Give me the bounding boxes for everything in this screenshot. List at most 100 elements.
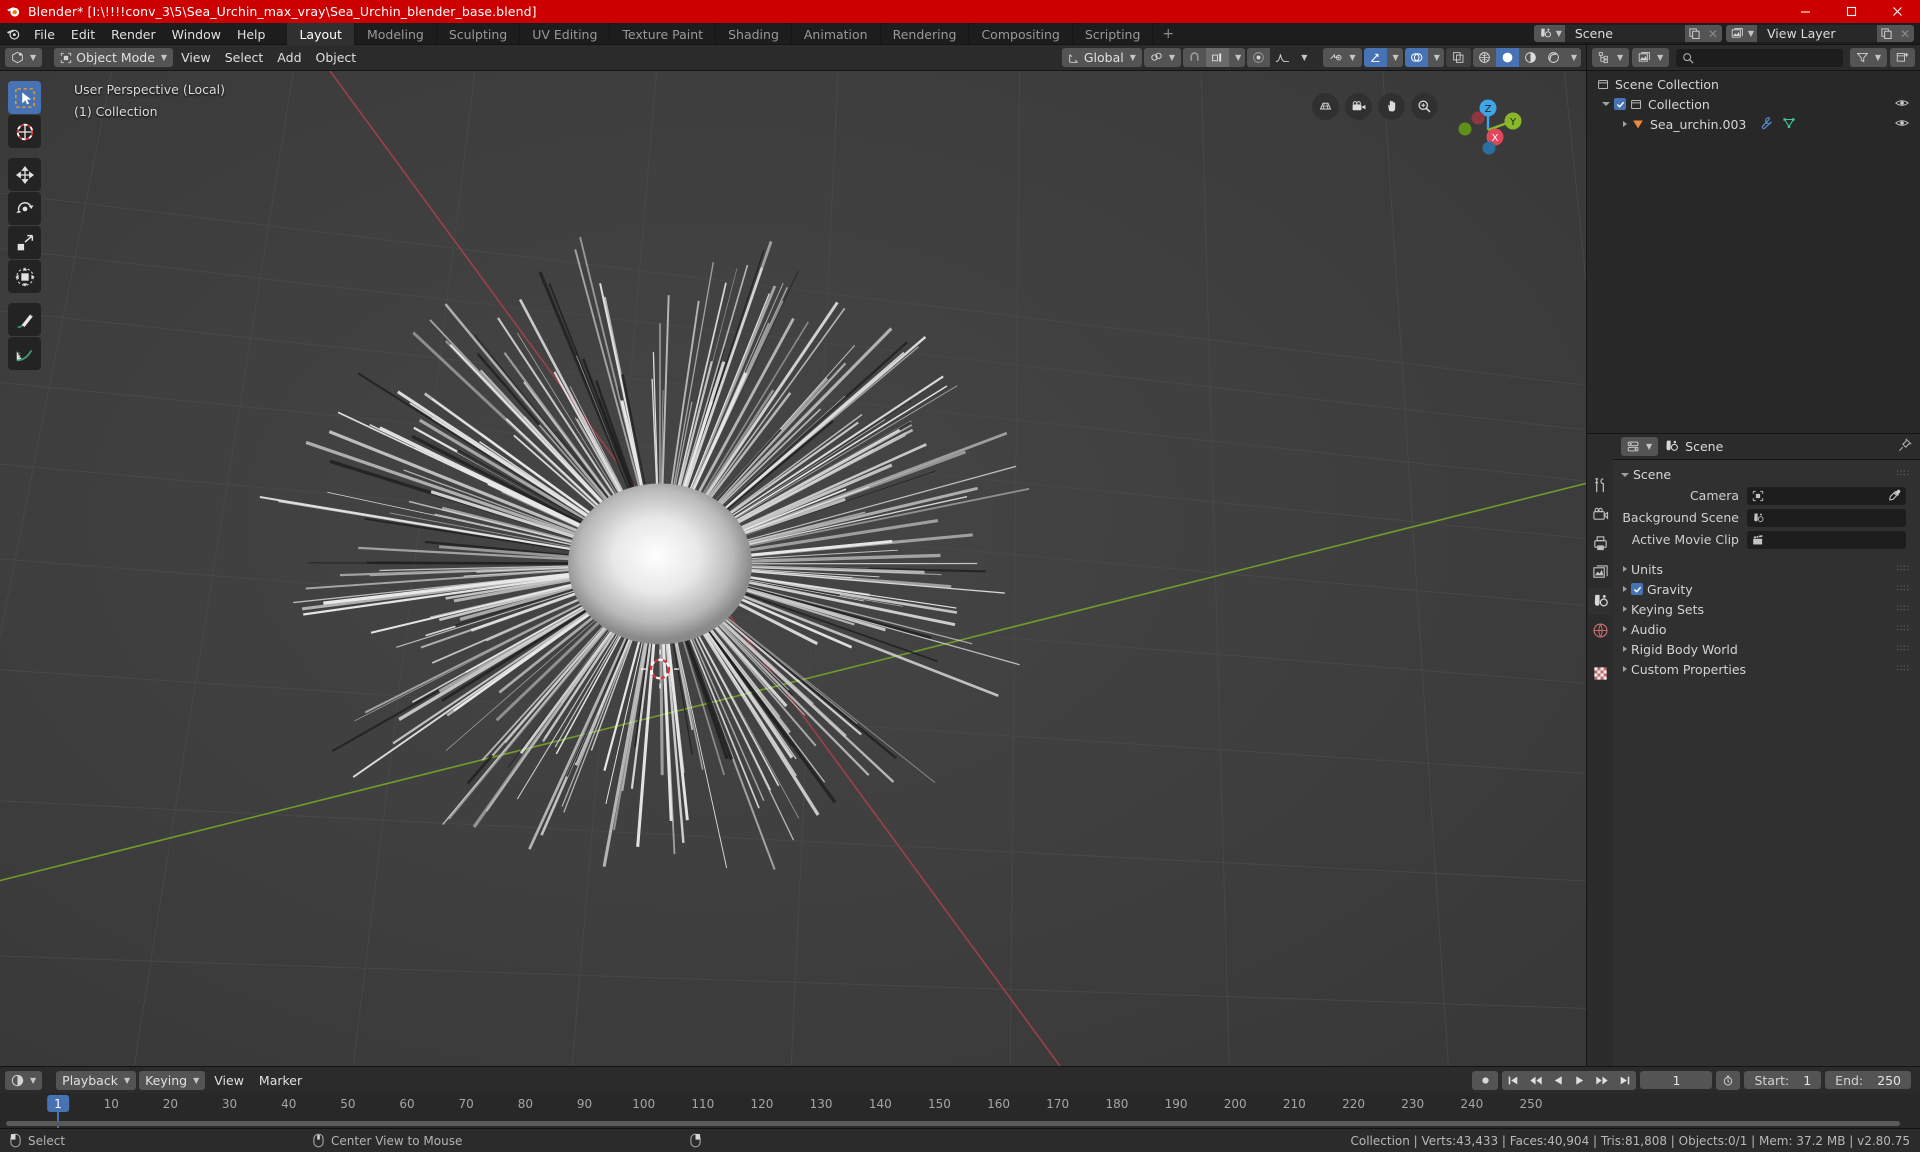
move-tool[interactable]	[8, 158, 41, 191]
disclosure-triangle-icon[interactable]	[1623, 626, 1627, 632]
playhead-indicator[interactable]: 1	[47, 1095, 69, 1112]
orthographic-toggle-icon[interactable]	[1312, 93, 1339, 120]
properties-tab-world[interactable]	[1588, 617, 1612, 644]
object-mode-dropdown[interactable]: Object Mode ▼	[54, 48, 174, 67]
play-icon[interactable]	[1569, 1070, 1591, 1090]
eyedropper-icon[interactable]	[1888, 488, 1902, 506]
collection-checkbox[interactable]	[1614, 98, 1626, 110]
frame-range-start[interactable]: Start: 1	[1744, 1071, 1822, 1089]
minimize-button[interactable]	[1782, 0, 1828, 23]
play-reverse-icon[interactable]	[1548, 1070, 1570, 1090]
shading-solid-icon[interactable]	[1495, 48, 1519, 67]
timeline-menu-playback[interactable]: Playback ▼	[56, 1070, 137, 1090]
background-scene-field[interactable]	[1747, 508, 1906, 527]
camera-view-icon[interactable]	[1345, 93, 1372, 120]
workspace-tab-uv-editing[interactable]: UV Editing	[520, 23, 611, 45]
pan-view-icon[interactable]	[1378, 93, 1405, 120]
measure-tool[interactable]	[8, 337, 41, 370]
view-layer-name[interactable]: View Layer	[1757, 25, 1877, 42]
scene-selector[interactable]: ▼ Scene ✕	[1533, 25, 1722, 42]
visibility-eye-icon[interactable]	[1894, 97, 1910, 112]
section-keying-sets[interactable]: Keying Sets ∷∷	[1613, 599, 1920, 619]
smooth-falloff-icon[interactable]	[1270, 48, 1296, 67]
timeline-menu-view[interactable]: View	[208, 1071, 250, 1090]
shading-rendered-icon[interactable]	[1541, 48, 1565, 67]
jump-to-start-icon[interactable]	[1502, 1070, 1525, 1090]
section-units[interactable]: Units ∷∷	[1613, 559, 1920, 579]
section-rigid-body-world[interactable]: Rigid Body World ∷∷	[1613, 639, 1920, 659]
rotate-tool[interactable]	[8, 192, 41, 225]
editor-type-properties-icon[interactable]: ▼	[1621, 437, 1659, 456]
previous-keyframe-icon[interactable]	[1524, 1070, 1549, 1090]
new-collection-icon[interactable]	[1890, 48, 1915, 67]
auto-keying-icon[interactable]	[1472, 1070, 1499, 1090]
cursor-tool[interactable]	[8, 115, 41, 148]
unlink-scene-button[interactable]: ✕	[1703, 25, 1722, 42]
workspace-tab-modeling[interactable]: Modeling	[355, 23, 437, 45]
viewport-menu-add[interactable]: Add	[271, 48, 307, 67]
menu-file[interactable]: File	[26, 23, 63, 45]
scene-name[interactable]: Scene	[1564, 25, 1685, 42]
frame-range-end[interactable]: End: 250	[1825, 1071, 1911, 1089]
search-input[interactable]	[1676, 48, 1843, 67]
view-layer-selector[interactable]: ▼ View Layer ✕	[1725, 25, 1914, 42]
filter-icon[interactable]: ▼	[1849, 48, 1887, 67]
workspace-tab-texture-paint[interactable]: Texture Paint	[610, 23, 717, 45]
use-preview-range-icon[interactable]	[1716, 1070, 1741, 1090]
jump-to-end-icon[interactable]	[1614, 1070, 1637, 1090]
proportional-edit-icon[interactable]	[1247, 48, 1271, 67]
modifier-wrench-icon[interactable]	[1760, 116, 1774, 133]
timeline-ruler[interactable]: 10 20 30 40 50 60 70 80 90 100 110 120 130 140 150 160 1…	[0, 1093, 1920, 1115]
outliner-display-mode-dropdown[interactable]: ▼	[1632, 48, 1670, 67]
maximize-button[interactable]	[1828, 0, 1874, 23]
viewport-menu-object[interactable]: Object	[310, 48, 363, 67]
camera-field[interactable]	[1747, 486, 1906, 506]
properties-tab-scene[interactable]	[1588, 588, 1612, 615]
shading-wireframe-icon[interactable]	[1472, 48, 1496, 67]
disclosure-triangle-icon[interactable]	[1623, 586, 1627, 592]
menu-help[interactable]: Help	[229, 23, 274, 45]
properties-tab-texture[interactable]	[1588, 660, 1612, 687]
magnet-icon[interactable]	[1183, 48, 1207, 67]
transform-orientation-dropdown[interactable]: Global ▼	[1061, 48, 1142, 67]
add-workspace-button[interactable]: +	[1153, 23, 1183, 44]
menu-window[interactable]: Window	[164, 23, 229, 45]
disclosure-triangle-icon[interactable]	[1623, 646, 1627, 652]
disclosure-triangle-icon[interactable]	[1602, 102, 1610, 106]
snap-target-dropdown[interactable]: ▼	[1143, 48, 1182, 67]
annotate-tool[interactable]	[8, 303, 41, 336]
timeline-menu-marker[interactable]: Marker	[253, 1071, 308, 1090]
new-view-layer-button[interactable]	[1877, 25, 1896, 42]
next-keyframe-icon[interactable]	[1590, 1070, 1615, 1090]
properties-tab-output[interactable]	[1588, 530, 1612, 557]
properties-tab-tool[interactable]	[1588, 472, 1612, 499]
scale-tool[interactable]	[8, 226, 41, 259]
active-movie-clip-field[interactable]	[1747, 530, 1906, 549]
workspace-tab-shading[interactable]: Shading	[716, 23, 792, 45]
blender-app-icon[interactable]	[0, 23, 26, 44]
properties-tab-view-layer[interactable]	[1588, 559, 1612, 586]
remove-view-layer-button[interactable]: ✕	[1896, 25, 1914, 42]
editor-type-3dview-icon[interactable]: ▼	[5, 48, 43, 67]
section-audio[interactable]: Audio ∷∷	[1613, 619, 1920, 639]
overlays-options-chevron-icon[interactable]: ▼	[1427, 48, 1444, 67]
gravity-checkbox[interactable]	[1631, 583, 1643, 595]
disclosure-triangle-icon[interactable]	[1623, 121, 1627, 127]
disclosure-triangle-icon[interactable]	[1623, 606, 1627, 612]
new-scene-button[interactable]	[1684, 25, 1704, 42]
workspace-tab-animation[interactable]: Animation	[792, 23, 881, 45]
snap-options-chevron-icon[interactable]: ▼	[1229, 48, 1246, 67]
xray-icon[interactable]	[1445, 48, 1471, 67]
gizmo-options-chevron-icon[interactable]: ▼	[1386, 48, 1403, 67]
panel-disclosure-icon[interactable]	[1621, 472, 1629, 477]
current-frame-field[interactable]: 1	[1640, 1071, 1713, 1089]
viewport-canvas[interactable]: User Perspective (Local) (1) Collection	[0, 71, 1586, 1066]
editor-type-outliner-icon[interactable]: ▼	[1592, 48, 1630, 67]
timeline-body[interactable]: 10 20 30 40 50 60 70 80 90 100 110 120 130 140 150 160 1…	[0, 1093, 1920, 1128]
object-visibility-dropdown[interactable]: ▼	[1323, 48, 1362, 67]
zoom-view-icon[interactable]	[1411, 93, 1438, 120]
transform-tool[interactable]	[8, 260, 41, 293]
overlays-icon[interactable]	[1404, 48, 1428, 67]
workspace-tab-rendering[interactable]: Rendering	[881, 23, 970, 45]
properties-tab-render[interactable]	[1588, 501, 1612, 528]
